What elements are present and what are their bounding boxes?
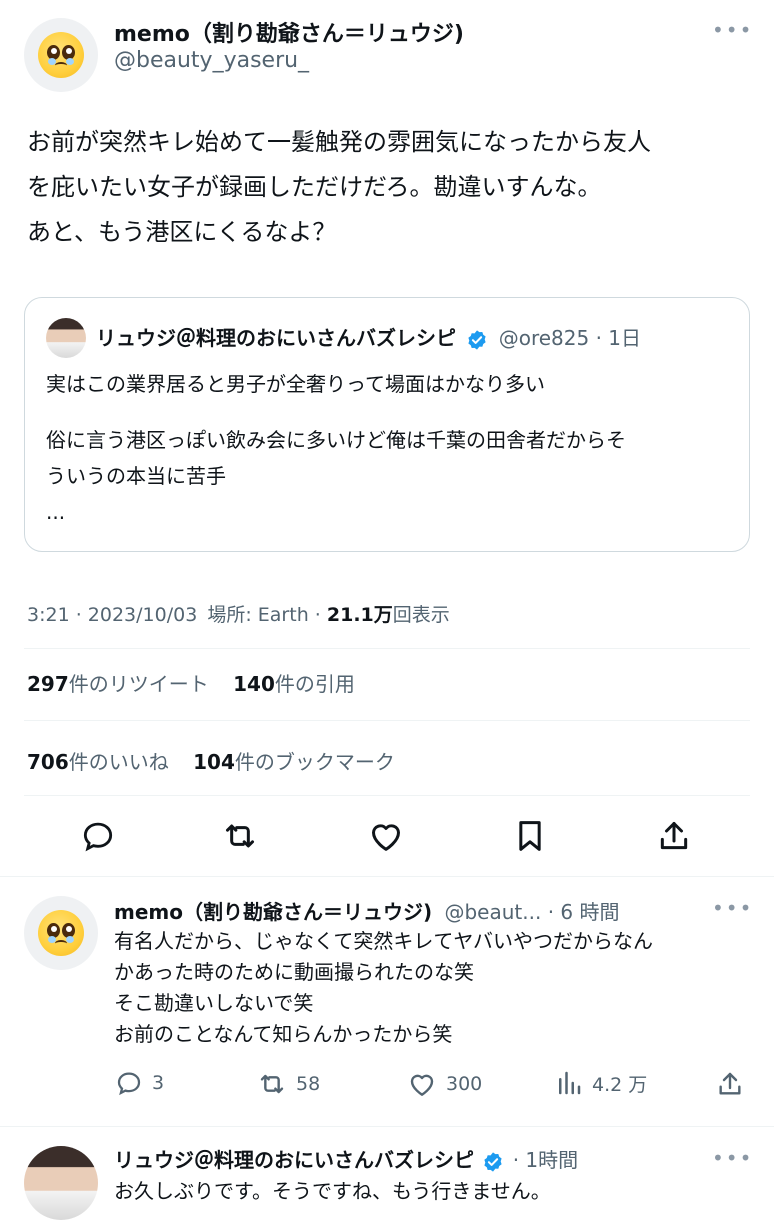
stats-row-2: 706件のいいね 104件のブックマーク bbox=[27, 746, 395, 775]
reply-author-avatar[interactable] bbox=[24, 896, 98, 970]
more-options-icon[interactable]: ••• bbox=[712, 18, 753, 42]
tweet-timestamp[interactable]: 3:21 · 2023/10/03 bbox=[27, 604, 197, 626]
reply-icon bbox=[117, 1072, 141, 1096]
meta-separator: · bbox=[314, 604, 321, 626]
reply-line: かあった時のために動画撮られたのな笑 bbox=[114, 960, 474, 984]
reply-line: お前のことなんて知らんかったから笑 bbox=[114, 1022, 453, 1046]
divider bbox=[24, 720, 750, 721]
quotes-stat[interactable]: 140件の引用 bbox=[233, 672, 355, 696]
bookmarks-label: 件のブックマーク bbox=[234, 750, 395, 774]
reply-like-button[interactable]: 300 bbox=[406, 1068, 482, 1100]
likes-count: 706 bbox=[27, 750, 69, 774]
reply-share-button[interactable] bbox=[714, 1068, 746, 1100]
reply-line: そこ勘違いしないで笑 bbox=[114, 991, 314, 1015]
quoted-line: ういうの本当に苦手 bbox=[46, 464, 226, 488]
author-handle[interactable]: @beauty_yaseru_ bbox=[114, 48, 309, 73]
reply-button[interactable] bbox=[70, 812, 126, 860]
like-icon bbox=[372, 824, 400, 851]
tweet-line: お前が突然キレ始めて一髪触発の雰囲気になったから友人 bbox=[27, 128, 651, 156]
reply-icon bbox=[83, 822, 113, 852]
tweet-meta: 3:21 · 2023/10/03 場所: Earth · 21.1万回表示 bbox=[27, 600, 450, 627]
reply-author-name[interactable]: memo（割り勘爺さん＝リュウジ) bbox=[114, 900, 432, 924]
like-button[interactable] bbox=[358, 812, 414, 860]
more-options-icon[interactable]: ••• bbox=[712, 1146, 753, 1170]
pleading-face-icon bbox=[38, 32, 84, 78]
reply-body: 有名人だから、じゃなくて突然キレてヤバいやつだからなん かあった時のために動画撮… bbox=[114, 926, 754, 1050]
reply2-author-name[interactable]: リュウジ＠料理のおにいさんバズレシピ bbox=[114, 1148, 474, 1172]
like-icon bbox=[410, 1074, 434, 1096]
tweet-body: お前が突然キレ始めて一髪触発の雰囲気になったから友人 を庇いたい女子が録画しただ… bbox=[27, 120, 757, 255]
reply2-line: お久しぶりです。そうですね、もう行きません。 bbox=[114, 1179, 551, 1203]
location-label: 場所: Earth bbox=[207, 604, 309, 626]
quoted-line: 実はこの業界居ると男子が全奢りって場面はかなり多い bbox=[46, 372, 545, 396]
more-options-icon[interactable]: ••• bbox=[712, 896, 753, 920]
quoted-line: ... bbox=[46, 500, 66, 524]
bookmarks-stat[interactable]: 104件のブックマーク bbox=[193, 750, 395, 774]
quoted-header: リュウジ＠料理のおにいさんバズレシピ @ore825 · 1日 bbox=[96, 322, 641, 351]
reply-author-handle[interactable]: @beaut... bbox=[444, 900, 541, 924]
analytics-icon bbox=[559, 1071, 581, 1095]
reply-header: memo（割り勘爺さん＝リュウジ) @beaut... · 6 時間 bbox=[114, 896, 620, 925]
quoted-author-avatar bbox=[46, 318, 86, 358]
reply2-author-avatar[interactable] bbox=[24, 1146, 98, 1220]
reply-views-button[interactable]: 4.2 万 bbox=[554, 1068, 647, 1098]
retweets-label: 件のリツイート bbox=[68, 672, 209, 696]
views-count: 21.1万 bbox=[326, 604, 393, 626]
divider bbox=[24, 795, 750, 796]
retweets-stat[interactable]: 297件のリツイート bbox=[27, 672, 209, 696]
quoted-line: 俗に言う港区っぽい飲み会に多いけど俺は千葉の田舎者だからそ bbox=[46, 428, 626, 452]
tweet-line: を庇いたい女子が録画しただけだろ。勘違いすんな。 bbox=[27, 173, 602, 201]
quoted-line bbox=[46, 402, 736, 422]
share-icon bbox=[719, 1072, 741, 1095]
pleading-face-icon bbox=[38, 910, 84, 956]
verified-badge-icon bbox=[484, 1151, 502, 1172]
divider bbox=[0, 1126, 774, 1127]
bookmark-button[interactable] bbox=[502, 812, 558, 860]
retweet-button[interactable] bbox=[212, 812, 268, 860]
author-name[interactable]: memo（割り勘爺さん＝リュウジ) bbox=[114, 16, 464, 48]
reply-line: 有名人だから、じゃなくて突然キレてヤバいやつだからなん bbox=[114, 929, 653, 953]
retweet-count: 58 bbox=[296, 1073, 321, 1095]
retweet-icon bbox=[226, 824, 254, 848]
divider bbox=[0, 876, 774, 877]
verified-badge-icon bbox=[468, 329, 486, 350]
quoted-author-handle: @ore825 bbox=[498, 326, 590, 350]
reply-retweet-button[interactable]: 58 bbox=[256, 1068, 320, 1100]
share-icon bbox=[660, 822, 688, 850]
reply2-time: · 1時間 bbox=[512, 1148, 579, 1172]
likes-label: 件のいいね bbox=[68, 750, 169, 774]
reply-count: 3 bbox=[152, 1072, 165, 1094]
reply-time: · 6 時間 bbox=[547, 900, 620, 924]
reply-reply-button[interactable]: 3 bbox=[114, 1068, 164, 1098]
bookmarks-count: 104 bbox=[193, 750, 235, 774]
likes-stat[interactable]: 706件のいいね bbox=[27, 750, 169, 774]
quotes-count: 140 bbox=[233, 672, 275, 696]
views-label: 回表示 bbox=[392, 604, 450, 626]
quoted-body: 実はこの業界居ると男子が全奢りって場面はかなり多い 俗に言う港区っぽい飲み会に多… bbox=[46, 366, 736, 530]
views-count: 4.2 万 bbox=[592, 1073, 648, 1096]
retweet-icon bbox=[260, 1074, 284, 1094]
reply2-header: リュウジ＠料理のおにいさんバズレシピ · 1時間 bbox=[114, 1144, 578, 1173]
quoted-author-name: リュウジ＠料理のおにいさんバズレシピ bbox=[96, 326, 456, 350]
like-count: 300 bbox=[446, 1073, 483, 1095]
author-avatar[interactable] bbox=[24, 18, 98, 92]
divider bbox=[24, 648, 750, 649]
bookmark-icon bbox=[519, 821, 541, 851]
share-button[interactable] bbox=[646, 812, 702, 860]
quotes-label: 件の引用 bbox=[274, 672, 355, 696]
tweet-line: あと、もう港区にくるなよ？ bbox=[27, 218, 337, 246]
stats-row-1: 297件のリツイート 140件の引用 bbox=[27, 668, 355, 697]
retweets-count: 297 bbox=[27, 672, 69, 696]
quoted-time: · 1日 bbox=[595, 326, 642, 350]
